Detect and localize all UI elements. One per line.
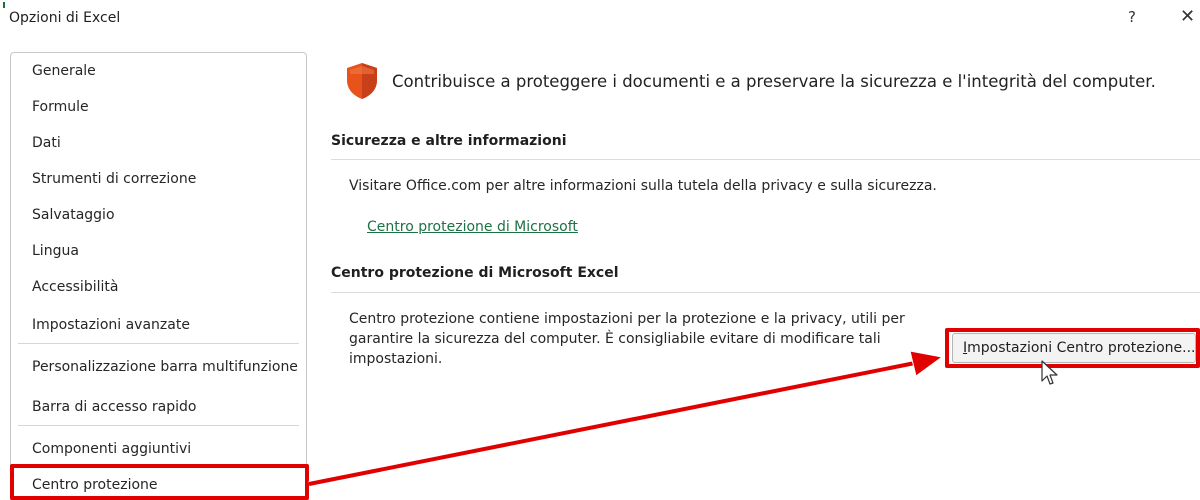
sidebar-divider [18,425,299,426]
section-title-sicurezza: Sicurezza e altre informazioni [331,133,567,149]
sidebar-item-strumenti-correzione[interactable]: Strumenti di correzione [11,171,306,187]
intro-text: Contribuisce a proteggere i documenti e … [392,72,1156,91]
mouse-cursor-icon [1041,360,1058,385]
section-divider [331,159,1200,160]
close-button[interactable]: ✕ [1180,6,1195,27]
sidebar-item-salvataggio[interactable]: Salvataggio [11,207,306,223]
button-label: mpostazioni Centro protezione... [967,340,1196,356]
dialog-title: Opzioni di Excel [9,10,121,26]
security-info-text: Visitare Office.com per altre informazio… [349,178,937,194]
sidebar-item-dati[interactable]: Dati [11,135,306,151]
sidebar-item-centro-protezione[interactable]: Centro protezione [11,477,306,493]
sidebar-item-generale[interactable]: Generale [11,63,306,79]
sidebar-item-formule[interactable]: Formule [11,99,306,115]
sidebar-item-personalizzazione-barra[interactable]: Personalizzazione barra multifunzione [11,359,306,375]
sidebar-item-barra-accesso-rapido[interactable]: Barra di accesso rapido [11,399,306,415]
options-sidebar: Generale Formule Dati Strumenti di corre… [10,52,307,500]
app-indicator [3,2,5,8]
trust-center-settings-button[interactable]: Impostazioni Centro protezione... [952,333,1196,363]
sidebar-item-componenti-aggiuntivi[interactable]: Componenti aggiuntivi [11,441,306,457]
trust-center-description: Centro protezione contiene impostazioni … [349,311,905,367]
section-divider [331,292,1200,293]
sidebar-item-lingua[interactable]: Lingua [11,243,306,259]
help-button[interactable]: ? [1128,8,1136,26]
sidebar-divider [18,343,299,344]
section-title-centro-protezione-excel: Centro protezione di Microsoft Excel [331,265,619,281]
sidebar-item-accessibilita[interactable]: Accessibilità [11,279,306,295]
microsoft-trust-center-link[interactable]: Centro protezione di Microsoft [367,219,578,235]
sidebar-item-impostazioni-avanzate[interactable]: Impostazioni avanzate [11,317,306,333]
shield-icon [347,63,377,99]
